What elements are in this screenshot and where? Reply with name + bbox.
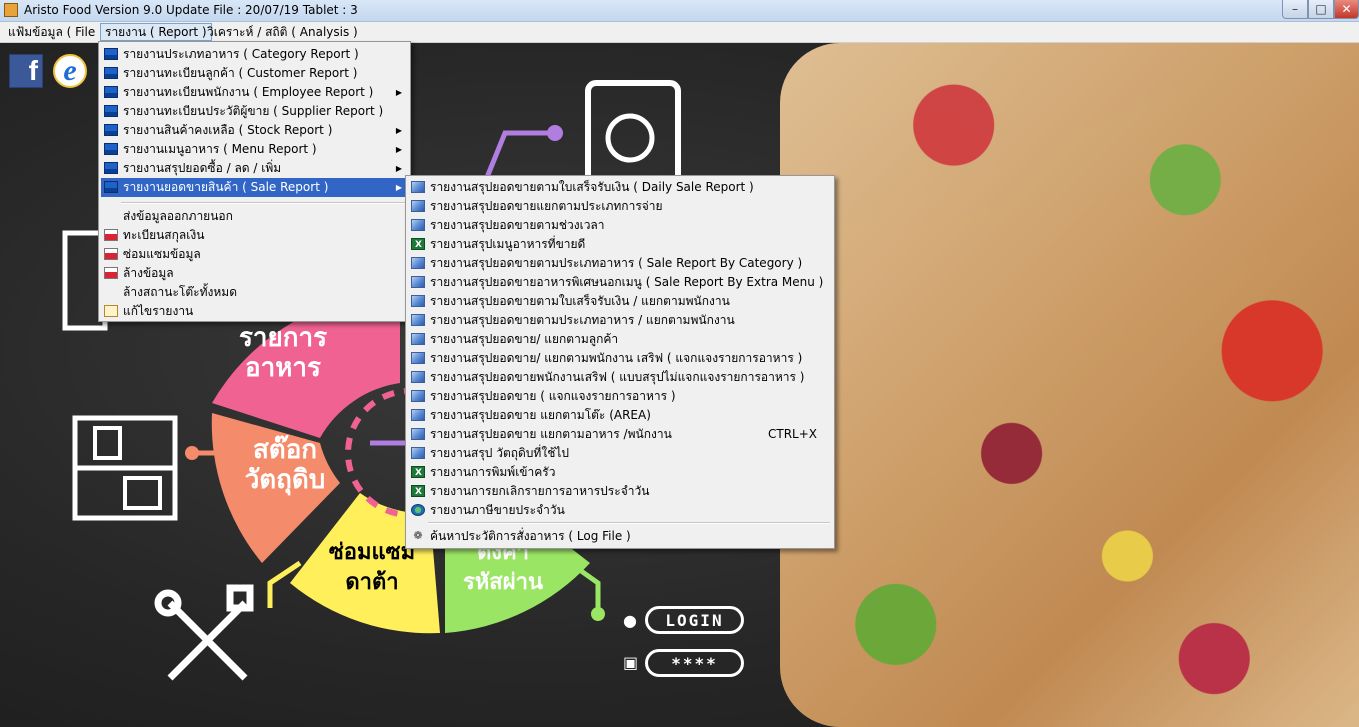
password-field[interactable]: ****	[645, 649, 744, 677]
submenu-item-waiter-summary[interactable]: รายงานสรุปยอดขายพนักงานเสริฟ ( แบบสรุปไม…	[408, 368, 832, 387]
tools-icon	[154, 584, 254, 681]
report-cube-icon	[411, 352, 425, 364]
window-title: Aristo Food Version 9.0 Update File : 20…	[24, 3, 358, 17]
submenu-item-daily-cancel[interactable]: รายงานการยกเลิกรายการอาหารประจำวัน	[408, 482, 832, 502]
food-list-label[interactable]: รายการ อาหาร	[228, 323, 338, 383]
repair-icon	[104, 248, 118, 260]
menu-item-customer-report[interactable]: รายงานทะเบียนลูกค้า ( Customer Report )	[101, 64, 408, 83]
menu-item-menu-report[interactable]: รายงานเมนูอาหาร ( Menu Report ) ▶	[101, 140, 408, 159]
connector-dot	[185, 446, 199, 460]
menu-item-export-data[interactable]: ส่งข้อมูลออกภายนอก	[101, 207, 408, 226]
menu-item-sale-report[interactable]: รายงานยอดขายสินค้า ( Sale Report ) ▶	[101, 178, 408, 197]
connector-dot	[591, 607, 605, 621]
report-cube-icon	[411, 428, 425, 440]
monitor-icon	[104, 143, 118, 155]
report-cube-icon	[411, 314, 425, 326]
menu-item-edit-report[interactable]: แก้ไขรายงาน	[101, 302, 408, 321]
close-button[interactable]: ✕	[1334, 0, 1359, 19]
submenu-item-daily-sale[interactable]: รายงานสรุปยอดขายตามใบเสร็จรับเงิน ( Dail…	[408, 178, 832, 197]
submenu-item-food-detail[interactable]: รายงานสรุปยอดขาย ( แจกแจงรายการอาหาร )	[408, 387, 832, 406]
report-cube-icon	[411, 409, 425, 421]
submenu-arrow-icon: ▶	[395, 88, 402, 97]
monitor-icon	[104, 48, 118, 60]
submenu-item-by-waiter-detail[interactable]: รายงานสรุปยอดขาย/ แยกตามพนักงาน เสริฟ ( …	[408, 349, 832, 368]
menu-separator	[121, 202, 406, 204]
menu-file[interactable]: แฟ้มข้อมูล ( File )	[4, 23, 108, 41]
submenu-arrow-icon: ▶	[395, 126, 402, 135]
submenu-item-by-time[interactable]: รายงานสรุปยอดขายตามช่วงเวลา	[408, 216, 832, 235]
submenu-item-ingredients-used[interactable]: รายงานสรุป วัตถุดิบที่ใช้ไป	[408, 444, 832, 463]
excel-icon	[411, 483, 425, 502]
submenu-item-by-table-area[interactable]: รายงานสรุปยอดขาย แยกตามโต๊ะ (AREA)	[408, 406, 832, 425]
login-button[interactable]: LOGIN	[645, 606, 744, 634]
menu-item-repair-data[interactable]: ซ่อมแซมข้อมูล	[101, 245, 408, 264]
app-icon	[4, 3, 18, 17]
report-cube-icon	[411, 276, 425, 288]
report-cube-icon	[411, 219, 425, 231]
submenu-arrow-icon: ▶	[395, 164, 402, 173]
maximize-button[interactable]: □	[1308, 0, 1334, 19]
shortcut-label: CTRL+X	[768, 427, 818, 441]
submenu-item-best-seller[interactable]: รายงานสรุปเมนูอาหารที่ขายดี	[408, 235, 832, 255]
log-search-icon: ❁	[413, 529, 423, 542]
menu-item-employee-report[interactable]: รายงานทะเบียนพนักงาน ( Employee Report )…	[101, 83, 408, 102]
report-cube-icon	[411, 181, 425, 193]
menu-item-category-report[interactable]: รายงานประเภทอาหาร ( Category Report )	[101, 45, 408, 64]
excel-icon	[411, 236, 425, 255]
submenu-item-kitchen-print[interactable]: รายงานการพิมพ์เข้าครัว	[408, 463, 832, 483]
submenu-item-daily-tax[interactable]: รายงานภาษีขายประจำวัน	[408, 501, 832, 520]
user-icon: ●	[623, 611, 637, 630]
sale-report-submenu: รายงานสรุปยอดขายตามใบเสร็จรับเงิน ( Dail…	[405, 175, 835, 549]
monitor-icon	[104, 105, 118, 117]
globe-icon	[411, 504, 425, 516]
report-cube-icon	[411, 200, 425, 212]
report-cube-icon	[411, 390, 425, 402]
menu-item-clear-data[interactable]: ล้างข้อมูล	[101, 264, 408, 283]
lock-icon: ▣	[623, 653, 639, 672]
menu-item-clear-tables[interactable]: ล้างสถานะโต๊ะทั้งหมด	[101, 283, 408, 302]
menu-separator	[428, 522, 830, 524]
report-menu: รายงานประเภทอาหาร ( Category Report ) รา…	[98, 41, 411, 322]
menu-item-supplier-report[interactable]: รายงานทะเบียนประวัติผู้ขาย ( Supplier Re…	[101, 102, 408, 121]
menu-report[interactable]: รายงาน ( Report )	[100, 23, 212, 41]
submenu-arrow-icon: ▶	[395, 183, 402, 192]
menu-item-purchase-summary[interactable]: รายงานสรุปยอดซื้อ / ลด / เพิ่ม ▶	[101, 159, 408, 178]
submenu-item-by-customer[interactable]: รายงานสรุปยอดขาย/ แยกตามลูกค้า	[408, 330, 832, 349]
monitor-icon	[104, 124, 118, 136]
currency-icon	[104, 229, 118, 241]
menu-item-currency[interactable]: ทะเบียนสกุลเงิน	[101, 226, 408, 245]
edit-icon	[104, 305, 118, 317]
monitor-icon	[104, 86, 118, 98]
monitor-icon	[104, 67, 118, 79]
menu-item-stock-report[interactable]: รายงานสินค้าคงเหลือ ( Stock Report ) ▶	[101, 121, 408, 140]
report-cube-icon	[411, 295, 425, 307]
submenu-arrow-icon: ▶	[395, 145, 402, 154]
title-bar: Aristo Food Version 9.0 Update File : 20…	[0, 0, 1359, 22]
monitor-icon	[104, 181, 118, 193]
report-cube-icon	[411, 447, 425, 459]
report-cube-icon	[411, 333, 425, 345]
excel-icon	[411, 464, 425, 483]
report-cube-icon	[411, 257, 425, 269]
submenu-item-food-by-employee[interactable]: รายงานสรุปยอดขาย แยกตามอาหาร /พนักงาน CTR…	[408, 425, 832, 444]
monitor-icon	[104, 162, 118, 174]
menu-bar: แฟ้มข้อมูล ( File ) รายงาน ( Report ) วิ…	[0, 22, 1359, 43]
submenu-item-log-file[interactable]: ❁ ค้นหาประวัติการสั่งอาหาร ( Log File )	[408, 527, 832, 546]
submenu-item-extra-menu[interactable]: รายงานสรุปยอดขายอาหารพิเศษนอกเมนู ( Sale…	[408, 273, 832, 292]
minimize-button[interactable]: –	[1282, 0, 1308, 19]
submenu-item-by-payment[interactable]: รายงานสรุปยอดขายแยกตามประเภทการจ่าย	[408, 197, 832, 216]
stock-label[interactable]: สต๊อก วัตถุดิบ	[230, 435, 340, 495]
submenu-item-receipt-by-employee[interactable]: รายงานสรุปยอดขายตามใบเสร็จรับเงิน / แยกต…	[408, 292, 832, 311]
food-photo	[780, 43, 1359, 727]
menu-analysis[interactable]: วิเคราะห์ / สถิติ ( Analysis )	[203, 23, 362, 41]
report-cube-icon	[411, 371, 425, 383]
connector-dot	[547, 125, 563, 141]
submenu-item-by-category[interactable]: รายงานสรุปยอดขายตามประเภทอาหาร ( Sale Re…	[408, 254, 832, 273]
submenu-item-category-by-employee[interactable]: รายงานสรุปยอดขายตามประเภทอาหาร / แยกตามพ…	[408, 311, 832, 330]
clear-icon	[104, 267, 118, 279]
